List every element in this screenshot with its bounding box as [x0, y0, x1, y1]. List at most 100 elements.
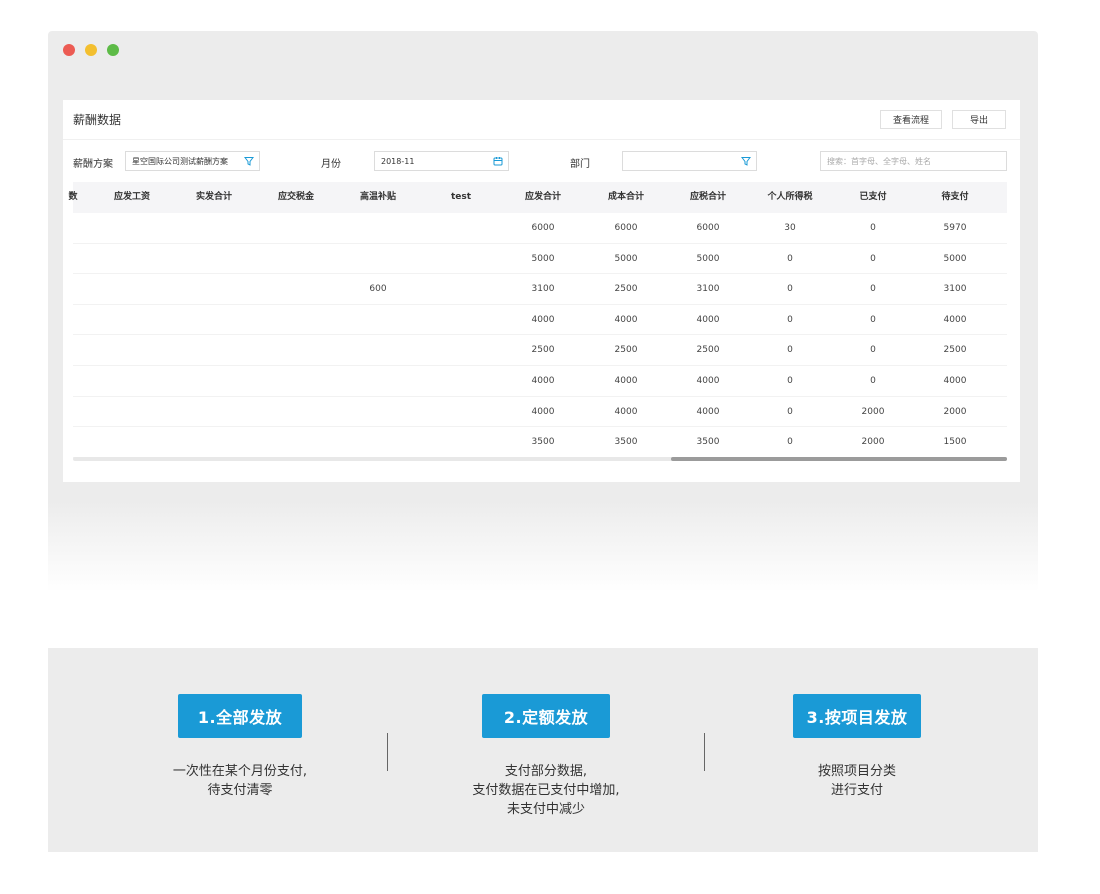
- column-header[interactable]: 应发工资: [114, 182, 150, 213]
- table-cell: 4000: [614, 406, 638, 417]
- table-cell: 0: [787, 345, 793, 356]
- table-cell: 600: [369, 284, 387, 295]
- table-cell: 6000: [531, 223, 555, 233]
- table-cell: 2000: [861, 406, 885, 417]
- feature-badge: 3.按项目发放: [792, 694, 922, 738]
- table-cell: 3100: [943, 284, 967, 295]
- table-cell: 0: [787, 284, 793, 295]
- table-cell: 5000: [943, 253, 967, 264]
- column-header[interactable]: 待支付: [941, 182, 968, 213]
- table-body: 6000 6000 6000 30 0 5970 5000 5000 5000 0 0 5000 600…: [73, 213, 1007, 458]
- table-cell: 0: [787, 375, 793, 386]
- table-cell: 5000: [614, 253, 638, 264]
- feature-full-payment: 1.全部发放 一次性在某个月份支付, 待支付清零: [120, 694, 360, 800]
- table-cell: 4000: [696, 406, 720, 417]
- table-cell: 5000: [696, 253, 720, 264]
- table-cell: 0: [870, 253, 876, 264]
- app-window: 薪酬数据 查看流程 导出 薪酬方案 星空国际公司测试薪酬方案 月份 2018-1…: [48, 31, 1038, 592]
- table-row[interactable]: 5000 5000 5000 0 0 5000: [73, 244, 1007, 275]
- table-cell: 0: [870, 284, 876, 295]
- table-cell: 3100: [531, 284, 555, 295]
- column-header[interactable]: 数: [68, 182, 77, 213]
- column-header[interactable]: 已支付: [859, 182, 886, 213]
- table-cell: 5000: [531, 253, 555, 264]
- column-header[interactable]: 应发合计: [525, 182, 561, 213]
- table-cell: 4000: [614, 375, 638, 386]
- table-cell: 0: [787, 314, 793, 325]
- table-row[interactable]: 600 3100 2500 3100 0 0 3100: [73, 274, 1007, 305]
- table-cell: 5970: [943, 223, 967, 233]
- desc-line: 待支付清零: [207, 783, 273, 798]
- export-button[interactable]: 导出: [952, 110, 1006, 129]
- table-row[interactable]: 4000 4000 4000 0 0 4000: [73, 305, 1007, 336]
- month-value: 2018-11: [381, 156, 415, 166]
- column-header[interactable]: 应税合计: [690, 182, 726, 213]
- plan-select[interactable]: 星空国际公司测试薪酬方案: [125, 151, 260, 171]
- table-cell: 2500: [531, 345, 555, 356]
- salary-table: 数 应发工资 实发合计 应交税金 高温补贴 test 应发合计 成本合计 应税合计 个人所得税 已支…: [68, 182, 1007, 458]
- desc-line: 未支付中减少: [506, 802, 585, 817]
- column-header[interactable]: test: [451, 182, 471, 213]
- table-cell: 2500: [943, 345, 967, 356]
- scrollbar-thumb[interactable]: [671, 457, 1007, 461]
- filter-icon: [244, 157, 254, 166]
- month-picker[interactable]: 2018-11: [374, 151, 509, 171]
- dept-label: 部门: [570, 159, 590, 170]
- table-cell: 3500: [696, 437, 720, 448]
- divider: [704, 733, 705, 771]
- view-flow-button[interactable]: 查看流程: [880, 110, 942, 129]
- table-row[interactable]: 3500 3500 3500 0 2000 1500: [73, 427, 1007, 458]
- table-cell: 3500: [614, 437, 638, 448]
- dept-select[interactable]: [622, 151, 757, 171]
- desc-line: 按照项目分类: [817, 764, 896, 779]
- table-cell: 6000: [614, 223, 638, 233]
- table-cell: 1500: [943, 437, 967, 448]
- table-row[interactable]: 4000 4000 4000 0 2000 2000: [73, 397, 1007, 428]
- table-cell: 4000: [696, 375, 720, 386]
- column-header[interactable]: 个人所得税: [767, 182, 812, 213]
- salary-panel: 薪酬数据 查看流程 导出 薪酬方案 星空国际公司测试薪酬方案 月份 2018-1…: [63, 100, 1020, 482]
- column-header[interactable]: 实发合计: [196, 182, 232, 213]
- column-header[interactable]: 应交税金: [278, 182, 314, 213]
- table-row[interactable]: 6000 6000 6000 30 0 5970: [73, 213, 1007, 244]
- search-input[interactable]: 搜索：首字母、全字母、姓名: [820, 151, 1007, 171]
- desc-line: 进行支付: [830, 783, 883, 798]
- minimize-dot[interactable]: [85, 44, 97, 56]
- table-cell: 30: [784, 223, 796, 233]
- table-cell: 0: [787, 437, 793, 448]
- table-row[interactable]: 2500 2500 2500 0 0 2500: [73, 335, 1007, 366]
- month-label: 月份: [321, 159, 341, 170]
- feature-description: 按照项目分类 进行支付: [737, 762, 977, 800]
- table-cell: 2000: [943, 406, 967, 417]
- divider: [387, 733, 388, 771]
- column-header[interactable]: 成本合计: [608, 182, 644, 213]
- table-cell: 4000: [614, 314, 638, 325]
- feature-section: 1.全部发放 一次性在某个月份支付, 待支付清零 2.定额发放 支付部分数据, …: [48, 648, 1038, 852]
- table-cell: 0: [787, 253, 793, 264]
- table-cell: 0: [787, 406, 793, 417]
- feature-description: 一次性在某个月份支付, 待支付清零: [120, 762, 360, 800]
- plan-value: 星空国际公司测试薪酬方案: [132, 156, 228, 166]
- table-cell: 0: [870, 223, 876, 233]
- desc-line: 一次性在某个月份支付,: [172, 764, 308, 779]
- table-cell: 4000: [531, 314, 555, 325]
- table-row[interactable]: 4000 4000 4000 0 0 4000: [73, 366, 1007, 397]
- horizontal-scrollbar[interactable]: [73, 457, 1007, 461]
- maximize-dot[interactable]: [107, 44, 119, 56]
- feature-badge: 1.全部发放: [177, 694, 303, 738]
- table-cell: 4000: [531, 406, 555, 417]
- calendar-icon: [493, 157, 503, 166]
- table-cell: 0: [870, 314, 876, 325]
- column-header[interactable]: 高温补贴: [360, 182, 396, 213]
- page-title: 薪酬数据: [73, 113, 122, 127]
- table-cell: 6000: [696, 223, 720, 233]
- table-cell: 2500: [614, 345, 638, 356]
- window-controls: [63, 44, 119, 56]
- table-cell: 2500: [614, 284, 638, 295]
- panel-header: 薪酬数据 查看流程 导出: [63, 100, 1020, 140]
- close-dot[interactable]: [63, 44, 75, 56]
- table-cell: 4000: [696, 314, 720, 325]
- desc-line: 支付数据在已支付中增加,: [472, 783, 620, 798]
- table-header: 数 应发工资 实发合计 应交税金 高温补贴 test 应发合计 成本合计 应税合计 个人所得税 已支…: [68, 182, 1007, 213]
- feature-project-payment: 3.按项目发放 按照项目分类 进行支付: [737, 694, 977, 800]
